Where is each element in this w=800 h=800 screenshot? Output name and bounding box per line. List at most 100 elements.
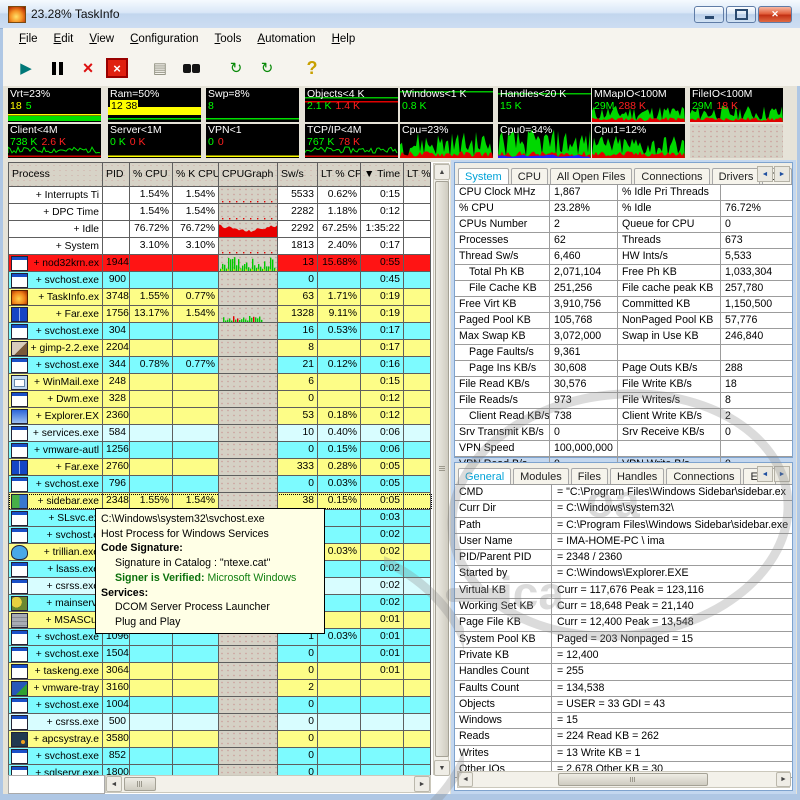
title-bar[interactable]: 23.28% TaskInfo [0,0,800,29]
column-header-lt%cpu[interactable]: LT % CPU [318,162,361,187]
menu-file[interactable]: File [11,31,46,47]
process-row-Farexe[interactable]: + Far.exe175613.17%1.54%13289.11%0:19 [8,306,433,323]
tab-scroll-left-icon[interactable]: ◄ [757,466,773,482]
process-row-vmwareautl[interactable]: + vmware-autl125600.15%0:06 [8,442,433,459]
pause-icon[interactable] [44,57,70,79]
cell-cpugraph [219,714,278,731]
vscroll-thumb[interactable] [435,181,449,757]
column-header-sws[interactable]: Sw/s [278,162,318,187]
process-row-apcsystraye[interactable]: + apcsystray.e35800 [8,731,433,748]
scroll-up-icon[interactable]: ▲ [434,164,450,180]
process-row-Idle[interactable]: + Idle76.72%76.72%229267.25%1:35:22 [8,221,433,238]
system-tab-allopenfiles[interactable]: All Open Files [550,168,632,184]
graph-panel-vrt[interactable]: Vrt=23%185 [8,88,101,122]
scroll-left-icon[interactable]: ◄ [106,776,122,792]
graph-panel-tcpip[interactable]: TCP/IP<4M767 K78 K [305,124,398,158]
cell-ltpct [404,323,431,340]
process-row-Farexe[interactable]: + Far.exe27603330.28%0:05 [8,459,433,476]
graph-panel-windows[interactable]: Windows<1 K0.8 K [400,88,493,122]
graph-panel-fileio[interactable]: FileIO<100M29M18 K [690,88,783,122]
help-icon[interactable]: ? [299,57,325,79]
hscroll-thumb[interactable] [558,773,708,786]
graph-panel-vpn[interactable]: VPN<100 [206,124,299,158]
detail-tab-modules[interactable]: Modules [513,468,569,484]
process-row-svchostexe[interactable]: + svchost.exe3440.78%0.77%210.12%0:16 [8,357,433,374]
graph-panel-handles[interactable]: Handles<20 K15 K [498,88,591,122]
maximize-button[interactable] [726,6,756,23]
process-row-nod32krnex[interactable]: + nod32krn.ex19441315.68%0:55 [8,255,433,272]
process-row-taskengexe[interactable]: + taskeng.exe306400:01 [8,663,433,680]
detail-hscrollbar[interactable]: ◄ ► [457,771,790,788]
properties-icon[interactable]: ▤ [147,57,173,79]
process-row-sqlservrexe[interactable]: + sqlservr.exe18000 [8,765,433,775]
kill-icon[interactable]: × [75,57,101,79]
graph-panel-swp[interactable]: Swp=8%8 [206,88,299,122]
tab-scroll-right-icon[interactable]: ► [774,466,790,482]
detail-tab-handles[interactable]: Handles [610,468,664,484]
graph-panel-ram[interactable]: Ram=50%12 38 [108,88,201,122]
process-row-svchostexe[interactable]: + svchost.exe10040 [8,697,433,714]
process-row-csrssexe[interactable]: + csrss.exe5000 [8,714,433,731]
hscroll-thumb[interactable] [124,777,156,791]
process-row-svchostexe[interactable]: + svchost.exe79600.03%0:05 [8,476,433,493]
tab-scroll-left-icon[interactable]: ◄ [757,166,773,182]
process-row-svchostexe[interactable]: + svchost.exe90000:45 [8,272,433,289]
refresh-pause-icon[interactable]: ↻ [223,57,249,79]
cell-cpugraph [219,442,278,459]
column-header-process[interactable]: Process [8,162,103,187]
process-row-svchostexe[interactable]: + svchost.exe8520 [8,748,433,765]
minimize-button[interactable] [694,6,724,23]
scroll-right-icon[interactable]: ► [776,772,791,787]
scroll-down-icon[interactable]: ▼ [434,760,450,776]
detail-tab-connections[interactable]: Connections [666,468,741,484]
menu-automation[interactable]: Automation [249,31,323,47]
menu-configuration[interactable]: Configuration [122,31,206,47]
resume-icon[interactable]: ▶ [13,57,39,79]
kill-tree-icon[interactable]: × [106,58,128,78]
scroll-right-icon[interactable]: ► [414,776,430,792]
process-hscrollbar[interactable]: ◄ ► [105,775,431,793]
menu-edit[interactable]: Edit [46,31,82,47]
cell-ltpct [404,476,431,493]
process-row-servicesexe[interactable]: + services.exe584100.40%0:06 [8,425,433,442]
process-row-DPCTime[interactable]: + DPC Time1.54%1.54%22821.18%0:12 [8,204,433,221]
column-header-lt%[interactable]: LT % [404,162,431,187]
system-tab-cpu[interactable]: CPU [511,168,548,184]
process-row-svchostexe[interactable]: + svchost.exe304160.53%0:17 [8,323,433,340]
system-tab-system[interactable]: System [458,168,509,184]
scroll-left-icon[interactable]: ◄ [458,772,473,787]
process-row-Dwmexe[interactable]: + Dwm.exe32800:12 [8,391,433,408]
graph-panel-cpu[interactable]: Cpu=23% [400,124,493,158]
menu-view[interactable]: View [81,31,122,47]
process-row-InterruptsTi[interactable]: + Interrupts Ti1.54%1.54%55330.62%0:15 [8,187,433,204]
process-row-svchostexe[interactable]: + svchost.exe150400:01 [8,646,433,663]
find-icon[interactable] [178,57,204,79]
column-header-pid[interactable]: PID [103,162,130,187]
detail-tab-general[interactable]: General [458,468,511,484]
column-header-%kcpu[interactable]: % K CPU [173,162,219,187]
graph-panel-server[interactable]: Server<1M0 K0 K [108,124,201,158]
graph-panel-objects[interactable]: Objects<4 K2.1 K1.4 K [305,88,398,122]
refresh-icon[interactable]: ↻ [254,57,280,79]
menu-tools[interactable]: Tools [207,31,250,47]
process-row-System[interactable]: + System3.10%3.10%18132.40%0:17 [8,238,433,255]
column-header-cpugraph[interactable]: CPUGraph [219,162,278,187]
graph-panel-client[interactable]: Client<4M738 K2.6 K [8,124,101,158]
process-row-TaskInfoex[interactable]: + TaskInfo.ex37481.55%0.77%631.71%0:19 [8,289,433,306]
graph-panel-cpu1[interactable]: Cpu1=12% [592,124,685,158]
graph-panel-mmapio[interactable]: MMapIO<100M29M288 K [592,88,685,122]
process-vscrollbar[interactable]: ▲ ▼ [433,163,449,775]
detail-tab-files[interactable]: Files [571,468,608,484]
close-button[interactable]: ✕ [758,6,792,23]
graph-panel-cpu0[interactable]: Cpu0=34% [498,124,591,158]
system-tab-drivers[interactable]: Drivers [712,168,761,184]
menu-help[interactable]: Help [324,31,364,47]
system-tab-connections[interactable]: Connections [634,168,709,184]
process-row-vmwaretray[interactable]: + vmware-tray31602 [8,680,433,697]
column-header-%cpu[interactable]: % CPU [130,162,173,187]
process-row-WinMailexe[interactable]: + WinMail.exe24860:15 [8,374,433,391]
process-row-ExplorerEX[interactable]: + Explorer.EX2360530.18%0:12 [8,408,433,425]
process-row-gimp22exe[interactable]: + gimp-2.2.exe220480:17 [8,340,433,357]
tab-scroll-right-icon[interactable]: ► [774,166,790,182]
column-header-time[interactable]: ▼ Time [361,162,404,187]
